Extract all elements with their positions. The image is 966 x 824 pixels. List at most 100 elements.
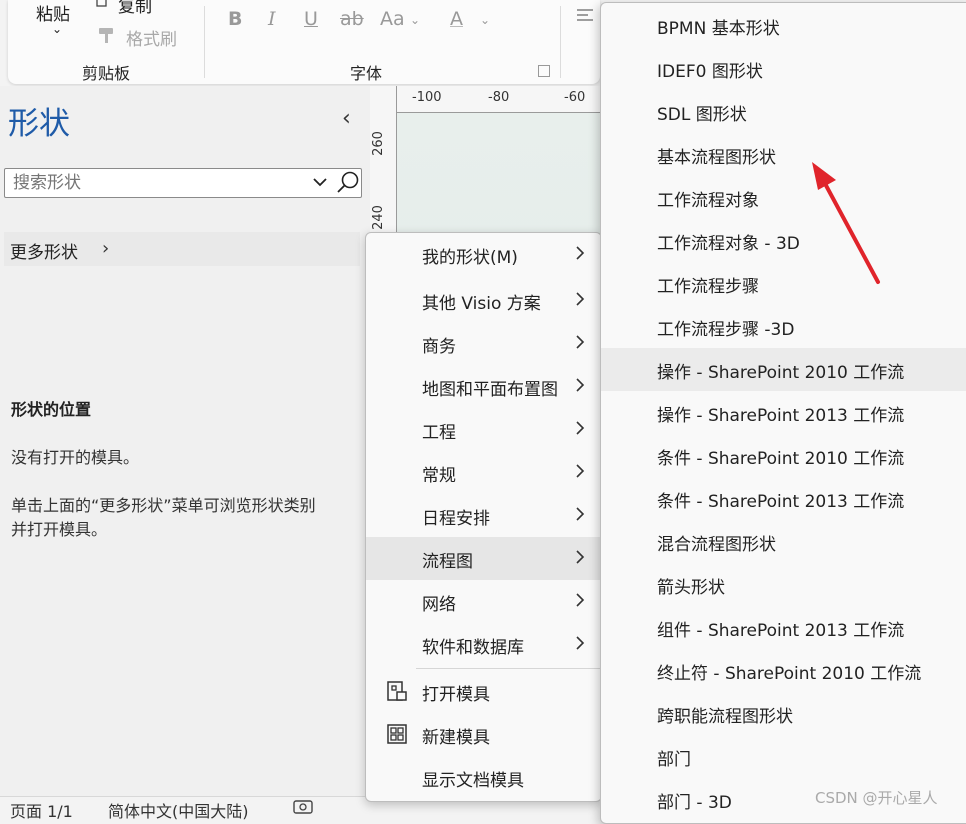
submenu-item-stencil[interactable]: 基本流程图形状 [601, 133, 966, 176]
no-stencils-text: 没有打开的模具。 [11, 448, 140, 467]
search-shapes-input[interactable] [11, 171, 295, 195]
submenu-item-stencil[interactable]: 条件 - SharePoint 2013 工作流 [601, 477, 966, 520]
chevron-right-icon [576, 550, 585, 564]
bold-button[interactable]: B [228, 8, 242, 30]
submenu-item-label: 工作流程步骤 [657, 277, 759, 297]
submenu-item-label: 条件 - SharePoint 2013 工作流 [657, 492, 905, 512]
search-icon[interactable] [335, 170, 361, 196]
menu-item-category[interactable]: 我的形状(M) [366, 233, 601, 276]
menu-item-label: 网络 [422, 595, 456, 615]
chevron-right-icon [576, 636, 585, 650]
submenu-item-label: 混合流程图形状 [657, 535, 776, 555]
copy-icon[interactable] [96, 0, 110, 8]
ruler-tick-label: 240 [370, 205, 386, 230]
chevron-right-icon [576, 464, 585, 478]
menu-item-label: 打开模具 [422, 685, 490, 705]
language-indicator[interactable]: 简体中文(中国大陆) [108, 798, 249, 822]
chevron-right-icon [576, 593, 585, 607]
menu-item-category[interactable]: 软件和数据库 [366, 623, 601, 666]
menu-item-category[interactable]: 常规 [366, 451, 601, 494]
font-color-chevron-icon[interactable]: ⌄ [480, 13, 490, 27]
align-left-icon[interactable] [576, 8, 594, 24]
chevron-down-icon[interactable] [311, 173, 329, 191]
submenu-item-label: 终止符 - SharePoint 2010 工作流 [657, 664, 922, 684]
paste-dropdown-chevron-icon[interactable]: ⌄ [52, 22, 62, 36]
submenu-item-stencil[interactable]: 条件 - SharePoint 2010 工作流 [601, 434, 966, 477]
submenu-item-stencil[interactable]: 工作流程对象 [601, 176, 966, 219]
menu-item-label: 流程图 [422, 552, 473, 572]
submenu-item-label: 部门 - 3D [657, 793, 732, 813]
font-color-button[interactable]: A [450, 8, 463, 30]
menu-item-category[interactable]: 日程安排 [366, 494, 601, 537]
collapse-pane-icon[interactable]: ‹ [342, 106, 351, 131]
submenu-item-stencil[interactable]: SDL 图形状 [601, 90, 966, 133]
strikethrough-button[interactable]: ab [340, 8, 364, 30]
chevron-right-icon [576, 421, 585, 435]
menu-item-category[interactable]: 地图和平面布置图 [366, 365, 601, 408]
submenu-item-label: 工作流程对象 - 3D [657, 234, 800, 254]
more-shapes-label: 更多形状 [10, 243, 78, 263]
submenu-item-label: SDL 图形状 [657, 105, 747, 125]
ruler-tick-label: 260 [370, 131, 386, 156]
menu-item-category[interactable]: 商务 [366, 322, 601, 365]
font-size-chevron-icon[interactable]: ⌄ [410, 13, 420, 27]
submenu-item-stencil[interactable]: 工作流程对象 - 3D [601, 219, 966, 262]
ruler-tick-label: -60 [564, 90, 586, 105]
submenu-item-label: 部门 [657, 750, 691, 770]
menu-item-label: 常规 [422, 466, 456, 486]
submenu-item-stencil[interactable]: 操作 - SharePoint 2010 工作流 [601, 348, 966, 391]
open-stencil-icon [387, 681, 407, 701]
submenu-item-stencil[interactable]: 组件 - SharePoint 2013 工作流 [601, 606, 966, 649]
submenu-item-stencil[interactable]: 部门 [601, 735, 966, 778]
submenu-item-label: 组件 - SharePoint 2013 工作流 [657, 621, 905, 641]
shapes-pane: 形状 ‹ 更多形状 › 形状的位置 没有打开的模具。 单击上面的“更多形状”菜单… [0, 86, 370, 796]
italic-button[interactable]: I [268, 8, 276, 30]
menu-item-label: 其他 Visio 方案 [422, 294, 541, 314]
submenu-item-stencil[interactable]: 终止符 - SharePoint 2010 工作流 [601, 649, 966, 692]
hint-text-line2: 并打开模具。 [11, 520, 108, 539]
page-indicator[interactable]: 页面 1/1 [10, 798, 73, 822]
menu-item-category[interactable]: 其他 Visio 方案 [366, 279, 601, 322]
menu-item-category[interactable]: 网络 [366, 580, 601, 623]
menu-item-label: 新建模具 [422, 728, 490, 748]
ribbon-divider [204, 6, 205, 78]
submenu-item-label: 操作 - SharePoint 2010 工作流 [657, 363, 905, 383]
chevron-right-icon [576, 378, 585, 392]
submenu-item-stencil[interactable]: IDEF0 图形状 [601, 47, 966, 90]
accessibility-icon[interactable] [292, 799, 314, 815]
new-stencil-button[interactable]: 新建模具 [366, 713, 601, 756]
submenu-item-stencil[interactable]: 工作流程步骤 -3D [601, 305, 966, 348]
chevron-right-icon [576, 292, 585, 306]
submenu-item-stencil[interactable]: BPMN 基本形状 [601, 4, 966, 47]
clipboard-group-label: 剪贴板 [82, 64, 131, 83]
menu-item-label: 地图和平面布置图 [422, 380, 558, 400]
more-shapes-button[interactable]: 更多形状 › [4, 232, 360, 266]
submenu-item-stencil[interactable]: 工作流程步骤 [601, 262, 966, 305]
font-dialog-launcher-icon[interactable] [538, 65, 550, 77]
submenu-item-label: 操作 - SharePoint 2013 工作流 [657, 406, 905, 426]
menu-item-category[interactable]: 流程图 [366, 537, 601, 580]
ruler-tick-label: -100 [412, 90, 442, 105]
search-shapes-box[interactable] [4, 168, 362, 198]
submenu-item-label: IDEF0 图形状 [657, 62, 763, 82]
submenu-item-label: 条件 - SharePoint 2010 工作流 [657, 449, 905, 469]
underline-button[interactable]: U [304, 8, 318, 30]
chevron-right-icon [576, 507, 585, 521]
copy-button[interactable]: 复制 [118, 0, 152, 17]
annotation-arrow [812, 162, 880, 284]
submenu-item-stencil[interactable]: 箭头形状 [601, 563, 966, 606]
menu-item-category[interactable]: 工程 [366, 408, 601, 451]
open-stencil-button[interactable]: 打开模具 [366, 670, 601, 713]
hint-text-line1: 单击上面的“更多形状”菜单可浏览形状类别 [11, 496, 316, 515]
chevron-right-icon: › [102, 238, 110, 259]
show-document-stencil-button[interactable]: 显示文档模具 [366, 756, 601, 799]
chevron-right-icon [576, 335, 585, 349]
menu-item-label: 工程 [422, 423, 456, 443]
submenu-item-stencil[interactable]: 跨职能流程图形状 [601, 692, 966, 735]
submenu-item-stencil[interactable]: 操作 - SharePoint 2013 工作流 [601, 391, 966, 434]
menu-item-label: 我的形状(M) [422, 248, 518, 268]
font-size-button[interactable]: Aa [380, 8, 405, 30]
submenu-item-stencil[interactable]: 混合流程图形状 [601, 520, 966, 563]
chevron-right-icon [576, 246, 585, 260]
menu-separator [416, 668, 601, 669]
